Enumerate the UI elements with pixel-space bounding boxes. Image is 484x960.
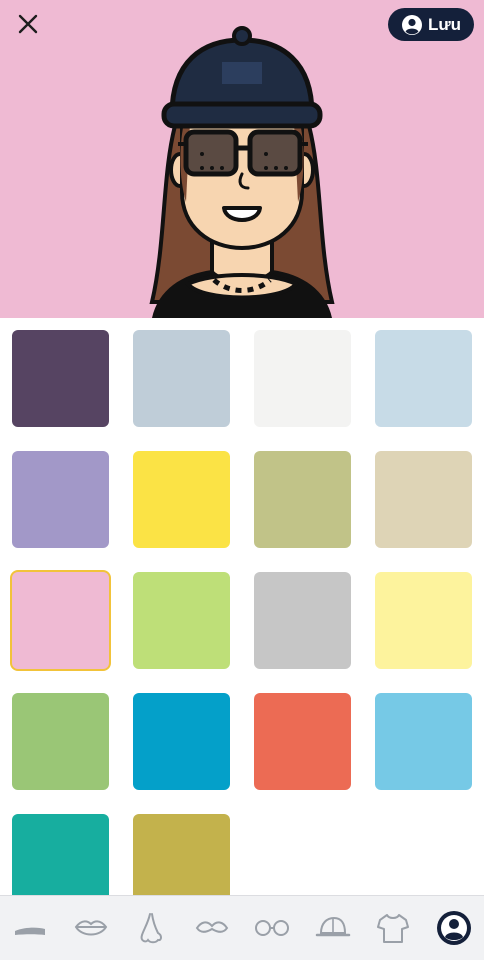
tshirt-icon: [376, 912, 410, 944]
color-swatch[interactable]: [133, 814, 230, 896]
color-swatch[interactable]: [12, 572, 109, 669]
tab-background[interactable]: [430, 904, 478, 952]
color-swatch[interactable]: [12, 330, 109, 427]
color-swatch[interactable]: [133, 330, 230, 427]
color-swatch[interactable]: [133, 451, 230, 548]
color-swatch[interactable]: [12, 814, 109, 896]
color-swatch[interactable]: [375, 572, 472, 669]
color-swatch[interactable]: [254, 693, 351, 790]
tab-lips[interactable]: [67, 904, 115, 952]
category-tab-bar: [0, 895, 484, 960]
mustache-icon: [195, 918, 229, 938]
color-swatch[interactable]: [12, 693, 109, 790]
color-swatch[interactable]: [133, 693, 230, 790]
color-picker: [0, 318, 484, 896]
color-swatch[interactable]: [375, 693, 472, 790]
color-swatch[interactable]: [375, 330, 472, 427]
lips-icon: [74, 917, 108, 939]
color-swatch[interactable]: [254, 330, 351, 427]
avatar-illustration: [149, 26, 335, 318]
close-icon: [18, 14, 38, 34]
glasses-icon: [254, 918, 290, 938]
color-swatch[interactable]: [254, 572, 351, 669]
color-swatch[interactable]: [133, 572, 230, 669]
close-button[interactable]: [10, 8, 46, 40]
color-swatch[interactable]: [254, 451, 351, 548]
avatar-preview: Lưu: [0, 0, 484, 318]
tab-nose[interactable]: [127, 904, 175, 952]
save-label: Lưu: [427, 14, 462, 34]
tab-eyebrow[interactable]: [6, 904, 54, 952]
tab-cap[interactable]: [309, 904, 357, 952]
nose-icon: [134, 911, 168, 945]
swatch-grid: [12, 330, 472, 896]
color-swatch[interactable]: [12, 451, 109, 548]
eyebrow-icon: [13, 917, 47, 939]
tab-glasses[interactable]: [248, 904, 296, 952]
background-icon: [436, 910, 472, 946]
color-swatch[interactable]: [375, 451, 472, 548]
user-circle-icon: [401, 14, 423, 36]
cap-icon: [315, 915, 351, 941]
save-button[interactable]: Lưu: [388, 8, 474, 41]
tab-mustache[interactable]: [188, 904, 236, 952]
tab-tshirt[interactable]: [369, 904, 417, 952]
